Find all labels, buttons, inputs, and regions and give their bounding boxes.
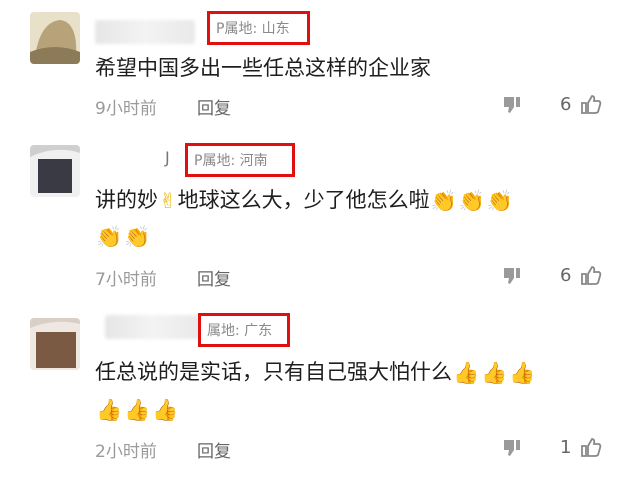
clapping-hands-emoji: 👏 xyxy=(458,189,485,213)
thumbs-up-emoji: 👍 xyxy=(96,398,123,422)
avatar[interactable] xyxy=(30,318,80,370)
avatar-image xyxy=(30,318,80,370)
username-glyph: J xyxy=(165,148,170,167)
username-blurred[interactable] xyxy=(95,20,195,44)
reply-button[interactable]: 回复 xyxy=(197,265,231,290)
comment-time: 7小时前 xyxy=(95,270,157,290)
ip-location: P属地: 山东 xyxy=(216,21,290,37)
comment-time: 2小时前 xyxy=(95,442,157,462)
comment-text: 讲的妙✌地球这么大，少了他怎么啦👏👏👏 xyxy=(95,180,514,221)
thumbs-up-emoji: 👍 xyxy=(481,361,508,385)
clapping-hands-emoji: 👏 xyxy=(96,225,123,249)
like-count: 6 xyxy=(560,265,572,286)
clapping-hands-emoji: 👏 xyxy=(430,189,457,213)
thumbs-up-emoji: 👍 xyxy=(124,398,151,422)
thumbs-up-emoji: 👍 xyxy=(453,361,480,385)
avatar[interactable] xyxy=(30,145,80,197)
reply-button[interactable]: 回复 xyxy=(197,437,231,462)
ip-location-highlight: 属地: 广东 xyxy=(198,313,290,347)
username-blurred[interactable] xyxy=(130,150,170,174)
avatar[interactable] xyxy=(30,12,80,64)
thumbs-up-icon[interactable] xyxy=(580,436,602,458)
thumbs-up-emoji: 👍 xyxy=(152,398,179,422)
thumbs-down-icon[interactable] xyxy=(502,266,522,286)
comment-text: 任总说的是实话，只有自己强大怕什么👍👍👍 xyxy=(95,352,536,393)
comment-text-line2: 👍👍👍 xyxy=(95,389,179,430)
thumbs-up-icon[interactable] xyxy=(580,264,602,286)
victory-hand-emoji: ✌ xyxy=(159,189,177,213)
comment-time: 9小时前 xyxy=(95,99,157,119)
avatar-image xyxy=(30,12,80,64)
comment-text: 希望中国多出一些任总这样的企业家 xyxy=(95,56,431,80)
like-count: 1 xyxy=(560,437,572,458)
comment-text-line2: 👏👏 xyxy=(95,216,151,257)
thumbs-down-icon[interactable] xyxy=(502,95,522,115)
clapping-hands-emoji: 👏 xyxy=(486,189,514,213)
thumbs-up-emoji: 👍 xyxy=(509,361,536,385)
like-count: 6 xyxy=(560,94,572,115)
ip-location-highlight: P属地: 山东 xyxy=(207,11,310,45)
thumbs-down-icon[interactable] xyxy=(502,438,522,458)
thumbs-up-icon[interactable] xyxy=(580,93,602,115)
reply-button[interactable]: 回复 xyxy=(197,94,231,119)
clapping-hands-emoji: 👏 xyxy=(124,225,151,249)
ip-location: P属地: 河南 xyxy=(194,153,268,169)
username-blurred[interactable] xyxy=(105,315,200,339)
ip-location: 属地: 广东 xyxy=(207,323,273,339)
ip-location-highlight: P属地: 河南 xyxy=(185,143,295,177)
avatar-image xyxy=(30,145,80,197)
